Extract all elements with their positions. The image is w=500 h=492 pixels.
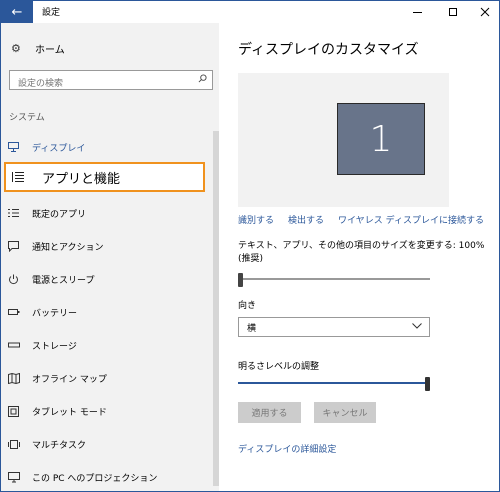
storage-icon	[8, 341, 30, 349]
title-bar: ← 設定	[1, 1, 499, 23]
maximize-button[interactable]	[435, 1, 471, 23]
sidebar-item-multitasking[interactable]: マルチタスク	[1, 429, 211, 459]
projection-icon	[8, 471, 30, 483]
scale-label: テキスト、アプリ、その他の項目のサイズを変更する: 100% (推奨)	[238, 241, 485, 264]
chevron-down-icon	[412, 323, 422, 329]
page-title: ディスプレイのカスタマイズ	[238, 42, 419, 58]
sidebar-item-power-sleep[interactable]: 電源とスリープ	[1, 264, 211, 294]
wireless-display-link[interactable]: ワイヤレス ディスプレイに接続する	[338, 213, 484, 226]
close-button[interactable]	[467, 1, 499, 23]
monitor-icon	[8, 142, 30, 152]
detect-link[interactable]: 検出する	[288, 213, 324, 226]
sidebar-item-default-apps[interactable]: 既定のアプリ	[1, 198, 211, 228]
tablet-icon	[8, 405, 30, 417]
scale-slider[interactable]	[238, 273, 430, 287]
sidebar-item-display[interactable]: ディスプレイ	[1, 132, 211, 162]
search-input[interactable]	[10, 75, 198, 93]
sidebar-item-apps-features[interactable]: アプリと機能	[4, 162, 205, 192]
identify-link[interactable]: 識別する	[238, 213, 274, 226]
notification-icon	[8, 240, 30, 252]
orientation-dropdown[interactable]: 横	[238, 317, 430, 337]
apply-button[interactable]: 適用する	[238, 402, 301, 423]
sidebar: ⚙ ホーム システム ディスプレイ アプリと機能	[1, 23, 219, 491]
back-button[interactable]: ←	[1, 1, 33, 23]
back-arrow-icon: ←	[11, 4, 23, 20]
main-panel: ディスプレイのカスタマイズ 1 識別する 検出する ワイヤレス ディスプレイに接…	[219, 23, 499, 491]
minimize-button[interactable]	[399, 1, 435, 23]
sidebar-item-offline-maps[interactable]: オフライン マップ	[1, 363, 211, 393]
orientation-label: 向き	[238, 301, 257, 311]
search-box[interactable]	[9, 70, 213, 93]
window-title: 設定	[42, 8, 61, 18]
map-icon	[8, 372, 30, 384]
list-icon	[12, 171, 30, 183]
scale-slider-track	[238, 278, 430, 280]
brightness-slider-thumb[interactable]	[425, 377, 430, 391]
advanced-display-settings-link[interactable]: ディスプレイの詳細設定	[238, 442, 336, 455]
display-arrangement: 1	[238, 73, 449, 207]
default-apps-icon	[8, 208, 30, 218]
settings-window: ← 設定 ⚙ ホーム システム ディスプレイ	[0, 0, 500, 492]
section-label: システム	[9, 113, 45, 123]
battery-icon	[8, 308, 30, 316]
orientation-value: 横	[247, 323, 257, 334]
power-icon	[8, 274, 30, 285]
close-icon	[480, 7, 490, 17]
home-button[interactable]: ⚙ ホーム	[11, 41, 65, 56]
sidebar-item-battery[interactable]: バッテリー	[1, 297, 211, 327]
scale-slider-thumb[interactable]	[238, 273, 243, 287]
monitor-1[interactable]: 1	[337, 103, 425, 175]
brightness-label: 明るさレベルの調整	[238, 362, 320, 372]
gear-icon: ⚙	[11, 42, 21, 55]
monitor-number: 1	[369, 118, 393, 160]
multitask-icon	[8, 439, 30, 449]
brightness-slider[interactable]	[238, 377, 430, 391]
search-icon[interactable]	[198, 74, 207, 83]
sidebar-item-notifications[interactable]: 通知とアクション	[1, 231, 211, 261]
sidebar-item-tablet-mode[interactable]: タブレット モード	[1, 396, 211, 426]
sidebar-item-storage[interactable]: ストレージ	[1, 330, 211, 360]
sidebar-item-projection[interactable]: この PC へのプロジェクション	[1, 462, 211, 491]
home-label: ホーム	[35, 45, 65, 56]
brightness-slider-track	[238, 382, 430, 384]
display-links: 識別する 検出する ワイヤレス ディスプレイに接続する	[238, 213, 498, 226]
cancel-button[interactable]: キャンセル	[314, 402, 376, 423]
